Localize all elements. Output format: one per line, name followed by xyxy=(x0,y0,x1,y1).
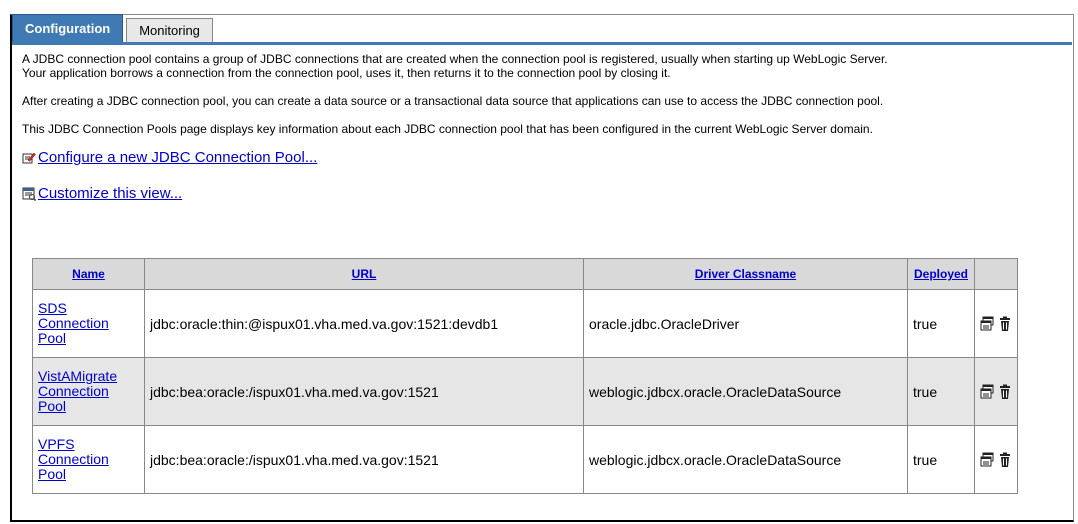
connection-pool-table: Name URL Driver Classname Deployed SDS C… xyxy=(32,258,1018,494)
clone-icon[interactable] xyxy=(980,384,994,400)
table-header-row: Name URL Driver Classname Deployed xyxy=(32,258,1018,290)
driver-cell: weblogic.jdbcx.oracle.OracleDataSource xyxy=(583,357,908,426)
edit-pencil-icon xyxy=(22,151,36,165)
pool-name-part: Connection xyxy=(38,451,109,467)
pool-name-part: VPFS xyxy=(38,436,75,452)
configure-new-pool-link[interactable]: Configure a new JDBC Connection Pool... xyxy=(38,150,317,165)
column-header-deployed[interactable]: Deployed xyxy=(907,258,975,290)
pool-name-part: VistAMigrate xyxy=(38,368,118,384)
driver-cell: oracle.jdbc.OracleDriver xyxy=(583,289,908,358)
url-cell: jdbc:bea:oracle:/ispux01.vha.med.va.gov:… xyxy=(144,357,584,426)
pool-name-part: Connection xyxy=(38,315,109,331)
clone-icon[interactable] xyxy=(980,316,994,332)
table-row: VistAMigrate Connection Pool jdbc:bea:or… xyxy=(32,357,1018,426)
trash-icon[interactable] xyxy=(998,384,1012,400)
pool-name-link[interactable]: SDS Connection Pool xyxy=(38,301,139,346)
table-row: VPFS Connection Pool jdbc:bea:oracle:/is… xyxy=(32,425,1018,494)
column-header-name[interactable]: Name xyxy=(32,258,145,290)
clone-icon[interactable] xyxy=(980,452,994,468)
url-cell: jdbc:bea:oracle:/ispux01.vha.med.va.gov:… xyxy=(144,425,584,494)
column-header-url[interactable]: URL xyxy=(144,258,584,290)
customize-view-icon xyxy=(22,187,37,202)
actions-cell xyxy=(974,357,1018,426)
customize-view-link[interactable]: Customize this view... xyxy=(38,186,182,201)
pool-name-part: Pool xyxy=(38,330,67,346)
tab-monitoring[interactable]: Monitoring xyxy=(126,18,213,42)
tab-bar: Configuration Monitoring xyxy=(12,14,213,42)
pool-name-cell: SDS Connection Pool xyxy=(32,289,145,358)
page-info-paragraph: This JDBC Connection Pools page displays… xyxy=(22,122,873,136)
actions-cell xyxy=(974,289,1018,358)
customize-view-row: Customize this view... xyxy=(22,184,1067,204)
trash-icon[interactable] xyxy=(998,316,1012,332)
intro-line-2: Your application borrows a connection fr… xyxy=(22,66,671,80)
intro-line-1: A JDBC connection pool contains a group … xyxy=(22,52,888,66)
driver-cell: weblogic.jdbcx.oracle.OracleDataSource xyxy=(583,425,908,494)
description-area: A JDBC connection pool contains a group … xyxy=(22,52,1067,204)
intro-paragraph: A JDBC connection pool contains a group … xyxy=(22,52,1067,80)
deployed-cell: true xyxy=(907,425,975,494)
configure-new-row: Configure a new JDBC Connection Pool... xyxy=(22,148,1067,168)
pool-name-part: SDS xyxy=(38,300,67,316)
pool-name-cell: VistAMigrate Connection Pool xyxy=(32,357,145,426)
data-source-paragraph: After creating a JDBC connection pool, y… xyxy=(22,94,884,108)
tab-underline xyxy=(12,42,1072,45)
pool-name-part: Connection xyxy=(38,383,109,399)
deployed-cell: true xyxy=(907,289,975,358)
trash-icon[interactable] xyxy=(998,452,1012,468)
pool-name-part: Pool xyxy=(38,466,67,482)
actions-cell xyxy=(974,425,1018,494)
url-cell: jdbc:oracle:thin:@ispux01.vha.med.va.gov… xyxy=(144,289,584,358)
column-header-actions xyxy=(974,258,1018,290)
deployed-cell: true xyxy=(907,357,975,426)
pool-name-link[interactable]: VPFS Connection Pool xyxy=(38,437,139,482)
pool-name-cell: VPFS Connection Pool xyxy=(32,425,145,494)
tab-configuration[interactable]: Configuration xyxy=(12,14,124,42)
table-row: SDS Connection Pool jdbc:oracle:thin:@is… xyxy=(32,289,1018,358)
pool-name-part: Pool xyxy=(38,398,67,414)
column-header-driver[interactable]: Driver Classname xyxy=(583,258,908,290)
pool-name-link[interactable]: VistAMigrate Connection Pool xyxy=(38,369,139,414)
